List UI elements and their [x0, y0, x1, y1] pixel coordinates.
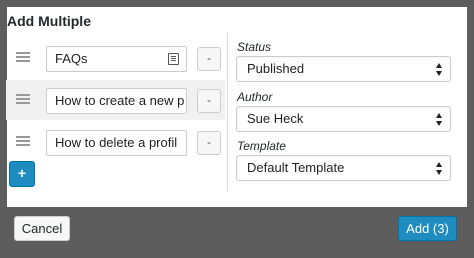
- page-card-icon: [168, 53, 179, 65]
- status-label: Status: [237, 40, 272, 54]
- dialog-title: Add Multiple: [7, 13, 91, 29]
- drag-handle-icon[interactable]: [16, 136, 30, 147]
- column-divider: [227, 33, 228, 191]
- select-arrows-icon: [436, 162, 443, 175]
- page-title-input[interactable]: How to delete a profil: [46, 130, 187, 156]
- status-select[interactable]: Published: [236, 56, 451, 82]
- drag-handle-icon[interactable]: [16, 94, 30, 105]
- page-title-input[interactable]: How to create a new p: [46, 88, 187, 114]
- status-select-value: Published: [247, 61, 305, 76]
- list-item: How to create a new p -: [6, 80, 225, 120]
- list-item: How to delete a profil -: [6, 122, 225, 162]
- author-label: Author: [237, 90, 273, 104]
- drag-handle-icon[interactable]: [16, 52, 30, 63]
- template-label: Template: [237, 139, 286, 153]
- cancel-button[interactable]: Cancel: [14, 216, 70, 241]
- select-arrows-icon: [436, 63, 443, 76]
- template-select-value: Default Template: [247, 160, 345, 175]
- remove-row-button[interactable]: -: [197, 89, 221, 113]
- author-select[interactable]: Sue Heck: [236, 106, 451, 132]
- author-select-value: Sue Heck: [247, 111, 304, 126]
- list-item: FAQs -: [6, 38, 225, 78]
- template-select[interactable]: Default Template: [236, 155, 451, 181]
- page-title-input[interactable]: FAQs: [46, 46, 187, 72]
- remove-row-button[interactable]: -: [197, 131, 221, 155]
- remove-row-button[interactable]: -: [197, 47, 221, 71]
- add-row-button[interactable]: +: [9, 161, 35, 187]
- select-arrows-icon: [436, 113, 443, 126]
- add-submit-button[interactable]: Add (3): [398, 216, 457, 241]
